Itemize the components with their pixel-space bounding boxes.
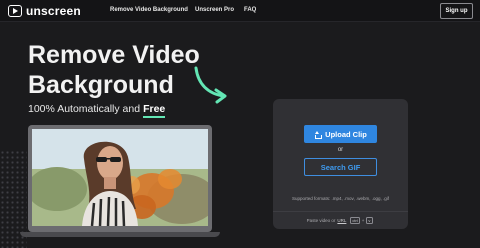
kbd-ctrl: ctrl <box>349 217 361 224</box>
or-separator: or <box>337 147 344 153</box>
supported-formats: Supported formats: .mp4, .mov, .webm, .o… <box>292 196 389 201</box>
hero-title-line2: Background <box>28 71 174 99</box>
top-navbar: unscreen Remove Video Background Unscree… <box>0 0 480 22</box>
hero-title: Remove Video Background <box>28 40 200 100</box>
hero-subtitle: 100% Automatically and Free <box>28 103 166 118</box>
upload-card: Upload Clip or Search GIF Supported form… <box>273 99 408 229</box>
demo-video-illustration <box>32 129 208 226</box>
upload-clip-button[interactable]: Upload Clip <box>304 125 377 143</box>
logo-text: unscreen <box>26 4 81 18</box>
signup-button[interactable]: Sign up <box>440 3 473 19</box>
curved-arrow-icon <box>194 66 227 104</box>
laptop-screen <box>28 125 212 232</box>
upload-icon <box>314 130 323 139</box>
demo-video <box>32 129 208 226</box>
upload-clip-label: Upload Clip <box>325 129 367 139</box>
search-gif-button[interactable]: Search GIF <box>304 158 377 176</box>
paste-hint: Paste video or URL ctrl + v <box>273 211 408 229</box>
kbd-plus: + <box>361 218 365 223</box>
hero-subtitle-free: Free <box>143 103 166 118</box>
nav-remove-video-background[interactable]: Remove Video Background <box>110 7 188 13</box>
paste-url-link[interactable]: URL <box>337 218 346 223</box>
nav-unscreen-pro[interactable]: Unscreen Pro <box>195 7 234 13</box>
nav-faq[interactable]: FAQ <box>244 7 256 13</box>
kbd-v: v <box>365 217 373 224</box>
logo[interactable]: unscreen <box>8 4 81 18</box>
paste-hint-text: Paste video or <box>306 218 336 223</box>
hero-subtitle-text: 100% Automatically and <box>28 103 141 115</box>
laptop-base <box>20 232 220 237</box>
hero-title-line1: Remove Video <box>28 41 200 69</box>
unscreen-logo-icon <box>8 5 22 17</box>
